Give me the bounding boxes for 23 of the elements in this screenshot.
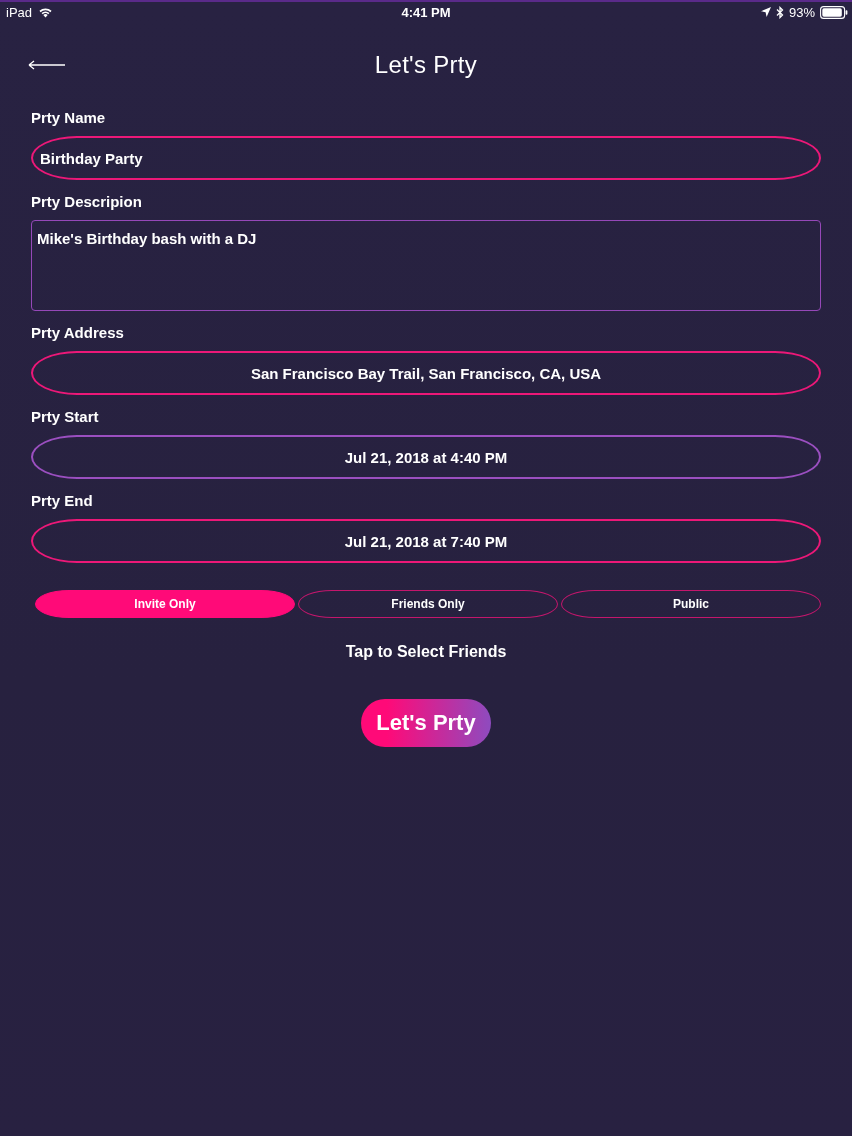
location-arrow-icon bbox=[760, 7, 771, 17]
field-label: Prty Start bbox=[31, 407, 99, 427]
picker-field[interactable]: Jul 21, 2018 at 7:40 PM bbox=[31, 519, 821, 563]
text-area[interactable]: Mike's Birthday bash with a DJ bbox=[31, 220, 821, 311]
battery-percentage: 93% bbox=[788, 4, 815, 20]
field-label: Prty End bbox=[31, 491, 93, 511]
field-label: Prty Name bbox=[31, 108, 106, 128]
field-label: Prty Descripion bbox=[31, 192, 142, 212]
picker-field[interactable]: Jul 21, 2018 at 4:40 PM bbox=[31, 435, 821, 479]
field-label: Prty Address bbox=[31, 323, 124, 343]
submit-button[interactable]: Let's Prty bbox=[361, 699, 491, 747]
text-field[interactable]: Birthday Party bbox=[31, 136, 821, 180]
back-button[interactable] bbox=[26, 58, 67, 72]
wifi-icon bbox=[38, 6, 54, 18]
device-name: iPad bbox=[6, 4, 33, 20]
status-time: 4:41 PM bbox=[401, 4, 451, 20]
bluetooth-icon bbox=[775, 5, 784, 19]
battery-icon bbox=[820, 5, 848, 19]
picker-field[interactable]: San Francisco Bay Trail, San Francisco, CA, USA bbox=[31, 351, 821, 395]
screen-title: Let's Prty bbox=[374, 51, 478, 79]
back-arrow-icon bbox=[28, 60, 65, 70]
privacy-segment[interactable]: Invite Only bbox=[35, 590, 295, 618]
select-friends-link[interactable]: Tap to Select Friends bbox=[345, 642, 507, 662]
